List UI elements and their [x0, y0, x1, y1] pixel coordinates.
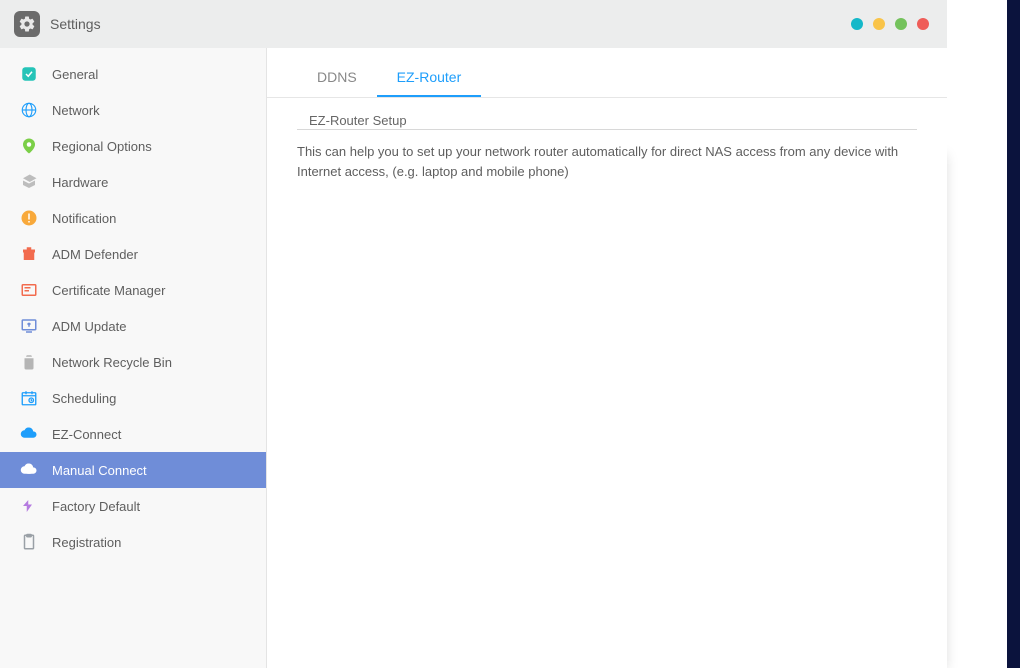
- sidebar-item-update[interactable]: ADM Update: [0, 308, 266, 344]
- window-controls: [851, 18, 929, 30]
- defender-icon: [20, 245, 38, 263]
- sidebar-item-registration[interactable]: Registration: [0, 524, 266, 560]
- tab-ddns[interactable]: DDNS: [297, 59, 377, 97]
- sidebar-item-network[interactable]: Network: [0, 92, 266, 128]
- desktop-edge: [1007, 0, 1020, 668]
- network-icon: [20, 101, 38, 119]
- tab-ezrouter[interactable]: EZ-Router: [377, 59, 482, 97]
- sidebar-item-label: Manual Connect: [52, 463, 147, 478]
- sidebar-item-ezconnect[interactable]: EZ-Connect: [0, 416, 266, 452]
- tab-bar: DDNS EZ-Router: [267, 48, 947, 98]
- sidebar-item-certmgr[interactable]: Certificate Manager: [0, 272, 266, 308]
- sidebar-item-label: Factory Default: [52, 499, 140, 514]
- sidebar-item-label: EZ-Connect: [52, 427, 121, 442]
- fieldset-title: EZ-Router Setup: [303, 113, 413, 128]
- sidebar-item-label: ADM Update: [52, 319, 126, 334]
- sidebar-item-label: Notification: [52, 211, 116, 226]
- registration-icon: [20, 533, 38, 551]
- sidebar-item-label: Hardware: [52, 175, 108, 190]
- title-bar: Settings: [0, 0, 947, 48]
- tab-ezrouter-label: EZ-Router: [397, 69, 462, 85]
- notification-icon: [20, 209, 38, 227]
- sidebar-item-label: ADM Defender: [52, 247, 138, 262]
- tab-ddns-label: DDNS: [317, 69, 357, 85]
- manualconnect-icon: [20, 461, 38, 479]
- ezrouter-description: This can help you to set up your network…: [297, 142, 917, 181]
- window-title: Settings: [50, 16, 101, 32]
- sidebar-item-label: Network: [52, 103, 100, 118]
- sidebar-item-notification[interactable]: Notification: [0, 200, 266, 236]
- sidebar-item-label: Scheduling: [52, 391, 116, 406]
- ezconnect-icon: [20, 425, 38, 443]
- sidebar-item-label: Network Recycle Bin: [52, 355, 172, 370]
- sidebar-item-label: General: [52, 67, 98, 82]
- scheduling-icon: [20, 389, 38, 407]
- sidebar-item-label: Registration: [52, 535, 121, 550]
- hardware-icon: [20, 173, 38, 191]
- sidebar-item-hardware[interactable]: Hardware: [0, 164, 266, 200]
- minimize-button[interactable]: [851, 18, 863, 30]
- sidebar-item-defender[interactable]: ADM Defender: [0, 236, 266, 272]
- sidebar-item-recycle[interactable]: Network Recycle Bin: [0, 344, 266, 380]
- sidebar-item-label: Regional Options: [52, 139, 152, 154]
- factory-icon: [20, 497, 38, 515]
- sidebar-item-scheduling[interactable]: Scheduling: [0, 380, 266, 416]
- general-icon: [20, 65, 38, 83]
- sidebar-item-general[interactable]: General: [0, 56, 266, 92]
- sidebar-item-factory[interactable]: Factory Default: [0, 488, 266, 524]
- content-area: DDNS EZ-Router EZ-Router Setup This can …: [267, 48, 947, 668]
- update-icon: [20, 317, 38, 335]
- aux-button[interactable]: [873, 18, 885, 30]
- maximize-button[interactable]: [895, 18, 907, 30]
- settings-window: Settings General Network Regional Options H…: [0, 0, 947, 668]
- sidebar-item-label: Certificate Manager: [52, 283, 165, 298]
- sidebar-item-regional[interactable]: Regional Options: [0, 128, 266, 164]
- recycle-icon: [20, 353, 38, 371]
- sidebar: General Network Regional Options Hardware No…: [0, 48, 267, 668]
- sidebar-item-manualconnect[interactable]: Manual Connect: [0, 452, 266, 488]
- gear-icon: [14, 11, 40, 37]
- certmgr-icon: [20, 281, 38, 299]
- ezrouter-panel: EZ-Router Setup This can help you to set…: [267, 98, 947, 191]
- regional-icon: [20, 137, 38, 155]
- close-button[interactable]: [917, 18, 929, 30]
